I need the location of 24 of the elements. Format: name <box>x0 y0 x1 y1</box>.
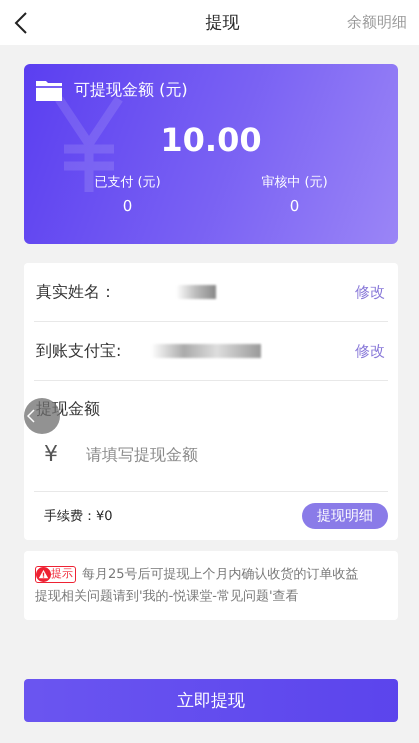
currency-symbol: ¥ <box>44 442 58 467</box>
edit-link[interactable]: 修改 <box>355 342 385 360</box>
field-label: 到账支付宝: <box>36 340 122 362</box>
chevron-left-icon <box>27 409 35 423</box>
edit-link[interactable]: 修改 <box>355 282 385 302</box>
balance-label: 可提现金额 (元) <box>74 80 188 101</box>
notice-text: 提现相关问题请到'我的-悦课堂-常见问题'查看 <box>35 588 300 606</box>
redacted-value <box>176 285 216 299</box>
balance-details-link[interactable]: 余额明细 <box>347 13 407 32</box>
folder-icon <box>36 80 62 100</box>
stat-value: 0 <box>290 197 300 215</box>
field-label: 真实姓名： <box>36 282 116 302</box>
fee-text: 手续费：¥0 <box>44 508 113 525</box>
notice-text: 每月25号后可提现上个月内确认收货的订单收益 <box>82 567 359 582</box>
stat-label: 已支付 (元) <box>94 174 161 191</box>
page-title: 提现 <box>206 12 240 34</box>
stat-value: 0 <box>122 197 132 215</box>
warning-icon <box>36 566 51 582</box>
balance-amount: 10.00 <box>159 121 263 159</box>
back-icon[interactable] <box>14 10 28 34</box>
stat-label: 审核中 (元) <box>261 174 328 191</box>
withdraw-details-button[interactable]: 提现明细 <box>302 503 388 529</box>
tip-badge: 提示 <box>35 566 76 583</box>
withdraw-button[interactable]: 立即提现 <box>24 679 398 722</box>
